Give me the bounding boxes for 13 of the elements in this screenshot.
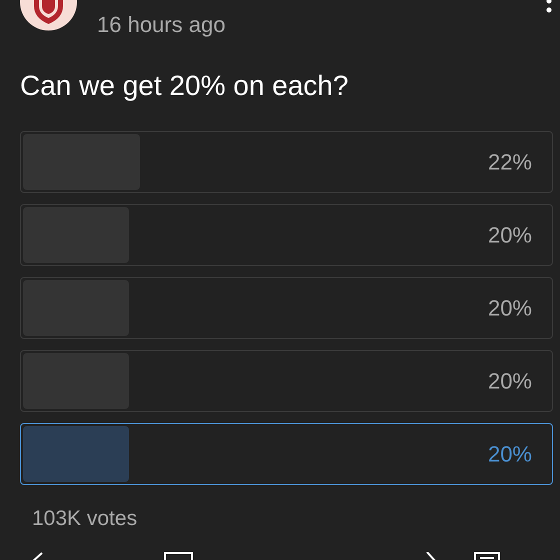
poll-option[interactable]: 20% — [20, 204, 553, 266]
poll-percent: 22% — [488, 148, 532, 176]
poll-option[interactable]: 22% — [20, 131, 553, 193]
vote-count: 103K votes — [31, 506, 138, 532]
poll-option[interactable]: 20% — [20, 423, 553, 485]
poll-percent: 20% — [488, 440, 532, 468]
post-time: 16 hours ago — [97, 11, 226, 39]
poll-option[interactable]: 20% — [20, 350, 553, 412]
poll-percent: 20% — [488, 222, 532, 250]
poll-question: Can we get 20% on each? — [19, 69, 350, 103]
poll-percent: 20% — [488, 294, 532, 322]
poll-percent: 20% — [488, 368, 532, 396]
poll-option[interactable]: 20% — [20, 277, 553, 339]
